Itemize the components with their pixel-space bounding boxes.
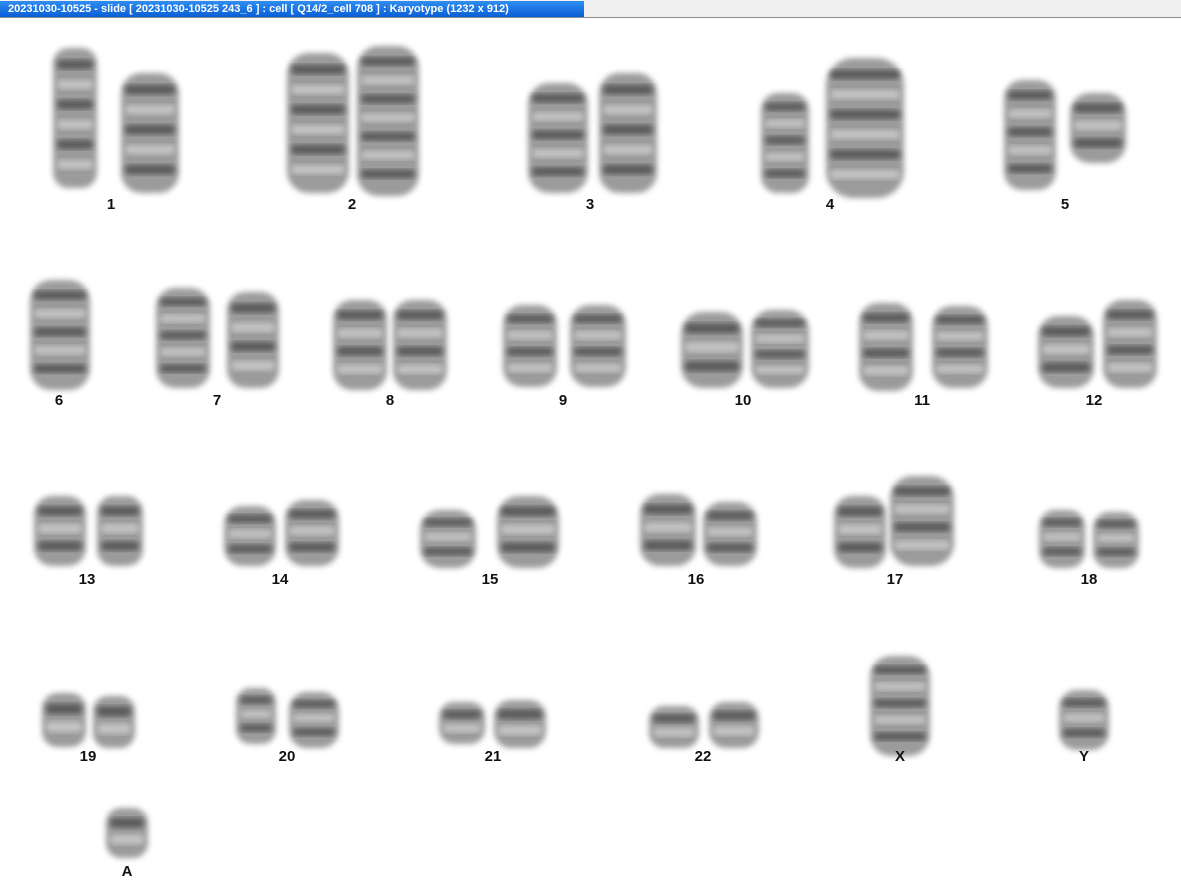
karyotype-label-8: 8 (385, 392, 395, 409)
karyotype-label-6: 6 (54, 392, 64, 409)
karyotype-label-4: 4 (825, 196, 835, 213)
karyotype-label-11: 11 (914, 392, 930, 409)
karyotype-label-a: A (121, 863, 133, 880)
karyotype-label-x: X (894, 748, 905, 765)
karyotype-canvas: 1 2 3 4 5 6 7 8 9 10 11 12 13 14 15 16 1… (0, 18, 1181, 880)
karyotype-label-21: 21 (484, 748, 502, 765)
karyotype-label-y: Y (1078, 748, 1089, 765)
chromosome-11b (932, 306, 988, 388)
chromosome-16b (703, 502, 757, 566)
chromosome-3a (528, 83, 588, 193)
karyotype-label-22: 22 (694, 748, 712, 765)
karyotype-label-1: 1 (106, 196, 116, 213)
chromosome-6 (30, 280, 90, 390)
chromosome-x (870, 656, 930, 756)
chromosome-2a (287, 53, 349, 193)
chromosome-15b (497, 496, 559, 568)
chromosome-19a (42, 693, 86, 747)
chromosome-7b (227, 292, 279, 388)
chromosome-9a (503, 305, 557, 387)
chromosome-8a (333, 300, 387, 390)
chromosome-5b (1070, 93, 1126, 163)
karyotype-label-10: 10 (734, 392, 752, 409)
chromosome-4b (826, 58, 904, 198)
chromosome-20a (236, 688, 276, 744)
chromosome-1b (121, 73, 179, 193)
karyotype-label-20: 20 (278, 748, 296, 765)
chromosome-10a (681, 312, 743, 388)
chromosome-4a (761, 93, 809, 193)
chromosome-8b (393, 300, 447, 390)
chromosome-16a (640, 494, 696, 566)
chromosome-y (1059, 690, 1109, 750)
chromosome-14b (285, 500, 339, 566)
chromosome-13a (34, 496, 86, 566)
chromosome-18b (1093, 512, 1139, 568)
chromosome-21b (494, 700, 546, 748)
chromosome-21a (439, 702, 485, 744)
karyotype-label-13: 13 (78, 571, 96, 588)
chromosome-3b (599, 73, 657, 193)
chromosome-12b (1103, 300, 1157, 388)
chromosome-15a (420, 510, 476, 568)
chromosome-9b (570, 305, 626, 387)
window-title: 20231030-10525 - slide [ 20231030-10525 … (0, 1, 584, 17)
chromosome-20b (289, 692, 339, 748)
karyotype-label-17: 17 (886, 571, 904, 588)
chromosome-18a (1039, 510, 1085, 568)
chromosome-12a (1038, 316, 1094, 388)
karyotype-label-18: 18 (1080, 571, 1098, 588)
karyotype-label-19: 19 (79, 748, 97, 765)
chromosome-7a (156, 288, 210, 388)
karyotype-label-5: 5 (1060, 196, 1070, 213)
karyotype-label-3: 3 (585, 196, 595, 213)
chromosome-17b (890, 476, 954, 566)
karyotype-label-14: 14 (271, 571, 289, 588)
chromosome-19b (93, 696, 135, 748)
window-titlebar: 20231030-10525 - slide [ 20231030-10525 … (0, 0, 1181, 18)
karyotype-label-15: 15 (481, 571, 499, 588)
chromosome-10b (751, 310, 809, 388)
karyotype-label-16: 16 (687, 571, 705, 588)
karyotype-label-9: 9 (558, 392, 568, 409)
chromosome-13b (97, 496, 143, 566)
chromosome-14a (224, 506, 276, 566)
chromosome-a (106, 808, 148, 858)
chromosome-layer (30, 46, 1157, 858)
karyotype-label-2: 2 (347, 196, 357, 213)
karyotype-label-7: 7 (212, 392, 222, 409)
chromosome-5a (1004, 80, 1056, 190)
chromosome-2b (357, 46, 419, 196)
karyotype-label-12: 12 (1085, 392, 1103, 409)
chromosome-1a (53, 48, 97, 188)
chromosome-17a (834, 496, 886, 568)
chromosome-11a (859, 303, 913, 391)
chromosome-22b (709, 702, 759, 748)
chromosome-22a (649, 706, 699, 748)
